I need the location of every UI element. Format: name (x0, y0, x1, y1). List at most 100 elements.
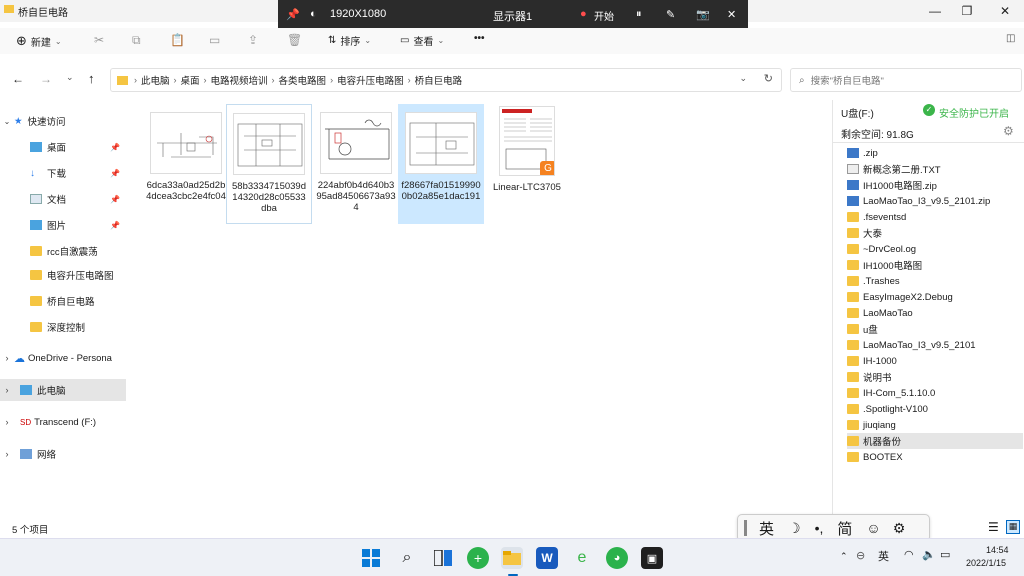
refresh-icon[interactable]: ↻ (764, 72, 773, 85)
file-item[interactable]: 58b3334715039d14320d28c05533dba (226, 104, 312, 224)
list-item[interactable]: jiuqiang (847, 417, 1023, 433)
breadcrumb-3[interactable]: 各类电路图 (279, 73, 327, 87)
breadcrumb-4[interactable]: 电容升压电路图 (337, 73, 404, 87)
list-item[interactable]: EasyImageX2.Debug (847, 289, 1023, 305)
moon-icon[interactable]: ☽ (788, 520, 801, 537)
app-360-icon[interactable]: + (467, 547, 489, 569)
wifi-icon[interactable]: ◠ (904, 548, 914, 561)
clock-time[interactable]: 14:54 (986, 545, 1009, 555)
nav-item-documents[interactable]: 文档 📌 (0, 188, 126, 210)
ime-language-toggle[interactable]: 英 (759, 518, 774, 539)
display-label[interactable]: 显示器1 (493, 8, 532, 24)
nav-quick-access[interactable]: ⌄ ★ 快速访问 (0, 110, 126, 132)
maximize-button[interactable]: ❐ (950, 0, 984, 22)
record-icon[interactable]: ● (580, 8, 587, 20)
resolution-label[interactable]: 1920X1080 (330, 8, 386, 20)
nav-item-downloads[interactable]: ↓ 下载 📌 (0, 162, 126, 184)
ime-simplified-toggle[interactable]: 简 (837, 518, 852, 539)
delete-icon[interactable]: 🗑 (287, 33, 302, 47)
nav-item-folder[interactable]: 深度控制 (0, 316, 126, 338)
task-view-icon[interactable] (432, 547, 454, 569)
list-item[interactable]: IH-Com_5.1.10.0 (847, 385, 1023, 401)
list-item[interactable]: 说明书 (847, 369, 1023, 385)
emoji-icon[interactable]: ☺ (866, 520, 880, 536)
pause-icon[interactable]: ⏸ (636, 8, 642, 21)
list-item[interactable]: IH1000电路图.zip (847, 177, 1023, 193)
search-icon[interactable]: ⌕ (396, 547, 418, 569)
up-arrow-icon[interactable]: ↑ (88, 71, 95, 86)
nav-item-folder[interactable]: rcc自激震荡 (0, 240, 126, 262)
list-item[interactable]: LaoMaoTao_I3_v9.5_2101.zip (847, 193, 1023, 209)
recent-chevron-icon[interactable]: ⌄ (66, 72, 74, 83)
file-item[interactable]: 6dca33a0ad25d2b4dcea3cbc2e4fc04 (143, 104, 229, 224)
more-button[interactable]: ••• (474, 33, 485, 44)
new-button[interactable]: ⊕ 新建 ⌄ (16, 33, 62, 49)
punctuation-icon[interactable]: •, (815, 520, 824, 536)
list-item[interactable]: .Spotlight-V100 (847, 401, 1023, 417)
cut-icon[interactable]: ✂ (94, 33, 104, 47)
breadcrumb-0[interactable]: 此电脑 (141, 73, 170, 87)
word-icon[interactable]: W (536, 547, 558, 569)
list-item[interactable]: BOOTEX (847, 449, 1023, 465)
list-item[interactable]: .Trashes (847, 273, 1023, 289)
nav-item-folder[interactable]: 电容升压电路图 (0, 264, 126, 286)
nav-network[interactable]: › 网络 (0, 443, 126, 465)
breadcrumb-2[interactable]: 电路视频培训 (211, 73, 268, 87)
clock-date[interactable]: 2022/1/15 (966, 558, 1006, 568)
close-button[interactable]: ✕ (988, 0, 1022, 22)
nav-item-pictures[interactable]: 图片 📌 (0, 214, 126, 236)
list-item[interactable]: LaoMaoTao_I3_v9.5_2101 (847, 337, 1023, 353)
file-item-selected[interactable]: f28667fa015199900b02a85e1dac191 (398, 104, 484, 224)
list-item[interactable]: 大泰 (847, 225, 1023, 241)
file-item[interactable]: G Linear-LTC3705 (484, 104, 570, 224)
drag-handle[interactable] (744, 520, 747, 536)
nav-this-pc[interactable]: › 此电脑 (0, 379, 126, 401)
breadcrumb-5[interactable]: 桥自巨电路 (415, 73, 463, 87)
browser-icon[interactable]: e (571, 547, 593, 569)
camera-icon[interactable]: 📷 (696, 8, 710, 21)
sort-button[interactable]: ⇅ 排序 ⌄ (328, 33, 371, 48)
settings-gear-icon[interactable]: ⚙ (893, 520, 906, 537)
history-chevron-icon[interactable]: ⌄ (739, 73, 747, 84)
start-icon[interactable] (360, 547, 382, 569)
share-icon[interactable]: ⇪ (248, 33, 258, 47)
list-item[interactable]: IH-1000 (847, 353, 1023, 369)
nav-transcend[interactable]: › SD Transcend (F:) (0, 411, 126, 433)
copy-icon[interactable]: ⧉ (132, 33, 141, 48)
tray-language[interactable]: 英 (878, 548, 889, 564)
protection-status[interactable]: 安全防护已开启 (939, 105, 1009, 120)
pen-icon[interactable]: ✎ (666, 8, 675, 21)
list-item[interactable]: IH1000电路图 (847, 257, 1023, 273)
search-box[interactable]: ⌕ 搜索"桥自巨电路" (790, 68, 1022, 92)
tray-app-icon[interactable]: ⊖ (856, 549, 865, 562)
nav-item-folder[interactable]: 桥自巨电路 (0, 290, 126, 312)
start-button[interactable]: 开始 (594, 8, 614, 23)
details-view-icon[interactable]: ☰ (988, 520, 999, 534)
address-bar[interactable]: › 此电脑 › 桌面 › 电路视频培训 › 各类电路图 › 电容升压电路图 › 桥自巨电路… (110, 68, 782, 92)
minimize-button[interactable]: — (918, 0, 952, 22)
file-explorer-icon[interactable] (501, 547, 523, 569)
tiles-view-icon[interactable]: ▦ (1006, 520, 1020, 534)
volume-icon[interactable]: 🔈 (922, 548, 936, 561)
recorder-close-icon[interactable]: ✕ (727, 8, 736, 21)
forward-arrow-icon[interactable]: → (40, 72, 52, 86)
screen-recorder-icon[interactable]: ▣ (641, 547, 663, 569)
list-item[interactable]: .fseventsd (847, 209, 1023, 225)
wechat-icon[interactable]: ◕ (606, 547, 628, 569)
gear-icon[interactable]: ⚙ (1003, 124, 1014, 138)
nav-onedrive[interactable]: › ☁ OneDrive - Persona (0, 347, 126, 369)
list-item-selected[interactable]: 机器备份 (847, 433, 1023, 449)
list-item[interactable]: 新概念第二册.TXT (847, 161, 1023, 177)
tray-chevron-icon[interactable]: ⌃ (840, 551, 848, 562)
list-item[interactable]: .zip (847, 145, 1023, 161)
view-button[interactable]: ▭ 查看 ⌄ (400, 33, 444, 48)
list-item[interactable]: LaoMaoTao (847, 305, 1023, 321)
file-item[interactable]: 224abf0b4d640b395ad84506673a934 (313, 104, 399, 224)
paste-icon[interactable]: 📋 (170, 33, 185, 47)
battery-icon[interactable]: ▭ (940, 548, 950, 561)
nav-item-desktop[interactable]: 桌面 📌 (0, 136, 126, 158)
rename-icon[interactable]: ▭ (209, 33, 220, 47)
back-arrow-icon[interactable]: ← (12, 72, 24, 86)
pin-icon[interactable]: 📌 (286, 8, 300, 21)
contrast-icon[interactable]: ◐ (310, 8, 317, 20)
